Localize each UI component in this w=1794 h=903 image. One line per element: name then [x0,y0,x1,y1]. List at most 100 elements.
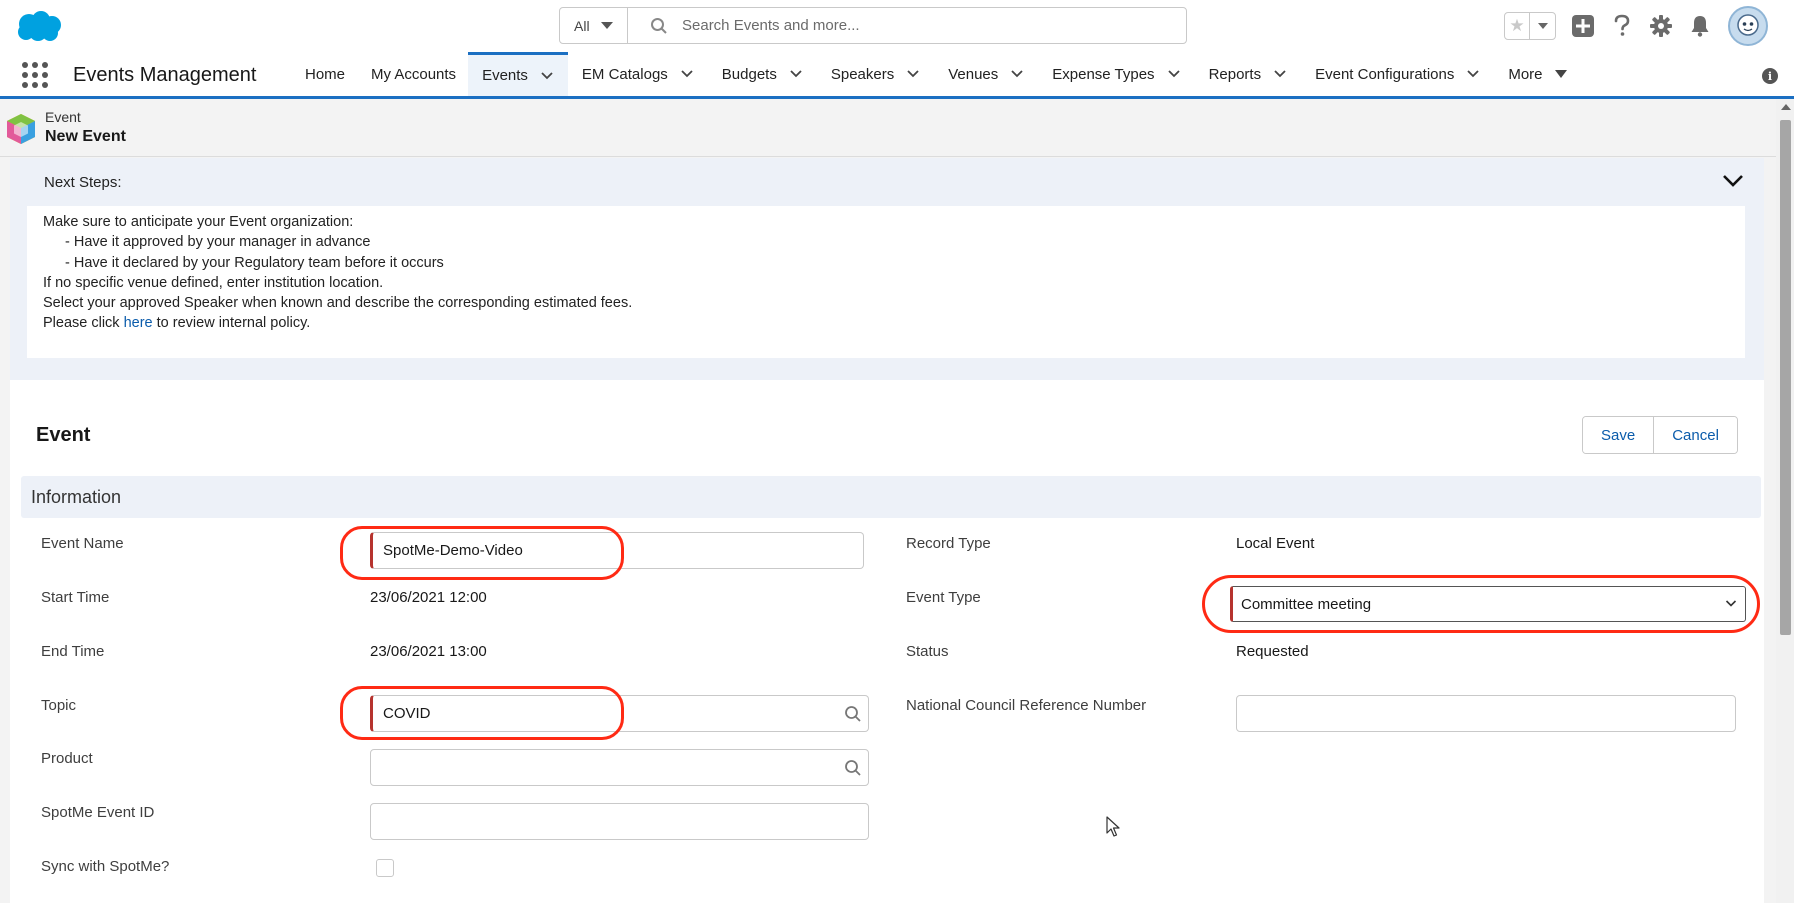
section-title: Information [31,487,122,507]
nav-items: Home My Accounts Events EM Catalogs Budg… [290,52,1581,96]
nav-item-label: Home [305,65,346,83]
nav-item-label: Event Configurations [1315,65,1455,83]
search-scope-select[interactable]: All [560,8,613,43]
global-search: All [559,7,1187,44]
next-steps-body: Make sure to anticipate your Event organ… [27,206,1745,358]
scrollbar-thumb[interactable] [1780,120,1791,635]
help-icon[interactable] [1610,14,1634,38]
search-field [627,8,1186,43]
search-icon [651,17,667,34]
nav-item-label: EM Catalogs [581,65,668,83]
nav-item-label: Venues [948,65,999,83]
sync-spotme-label: Sync with SpotMe? [41,858,170,875]
chevron-down-icon[interactable] [906,69,920,79]
record-header: Event New Event [0,99,1776,157]
favorites-dropdown-button[interactable] [1530,13,1555,39]
favorite-star-icon[interactable]: ★ [1505,13,1531,39]
product-label: Product [41,750,93,767]
header-actions: ★ [1504,6,1768,46]
next-steps-line: - Have it declared by your Regulatory te… [65,254,444,271]
nav-item-label: Speakers [830,65,895,83]
policy-prefix: Please click [43,315,120,332]
form-button-group: Save Cancel [1582,416,1738,454]
chevron-down-icon[interactable] [540,71,554,81]
nav-item-budgets[interactable]: Budgets [708,52,817,96]
caret-down-icon [600,22,613,29]
sync-spotme-checkbox[interactable] [376,859,394,877]
next-steps-line: Select your approved Speaker when known … [43,295,633,312]
record-title: New Event [45,128,126,145]
setup-gear-icon[interactable] [1649,14,1673,38]
status-label: Status [906,643,949,660]
chevron-down-icon [1725,600,1737,607]
notifications-bell-icon[interactable] [1688,14,1712,38]
nav-item-reports[interactable]: Reports [1195,52,1302,96]
event-name-value: SpotMe-Demo-Video [383,542,523,559]
status-value: Requested [1236,643,1309,660]
info-icon[interactable]: i [1762,68,1778,84]
save-button[interactable]: Save [1583,417,1654,453]
cancel-button[interactable]: Cancel [1653,417,1737,453]
chevron-down-icon[interactable] [1167,69,1181,79]
chevron-down-icon[interactable] [1273,69,1287,79]
next-steps-line: - Have it approved by your manager in ad… [65,234,371,251]
user-avatar[interactable] [1728,6,1768,46]
national-council-reference-number-input[interactable] [1236,695,1736,732]
scroll-up-arrow-icon[interactable] [1781,104,1791,110]
caret-down-icon [1537,23,1548,29]
product-lookup-input[interactable] [370,749,869,786]
spotme-event-id-input[interactable] [370,803,869,840]
nav-item-expense-types[interactable]: Expense Types [1038,52,1194,96]
record-type-value: Local Event [1236,535,1315,552]
chevron-down-icon[interactable] [789,69,803,79]
form-title: Event [36,424,91,446]
nav-item-venues[interactable]: Venues [934,52,1038,96]
topic-lookup-input[interactable]: COVID [370,695,869,732]
nav-item-label: Reports [1208,65,1262,83]
nav-item-label: My Accounts [371,65,457,83]
nav-item-em-catalogs[interactable]: EM Catalogs [568,52,708,96]
app-launcher-waffle-icon[interactable] [22,62,48,88]
salesforce-cloud-logo[interactable] [12,8,64,44]
event-object-cube-icon [7,114,35,144]
next-steps-policy-line: Please click here to review internal pol… [43,313,1745,333]
avatar-astro-icon [1737,14,1759,36]
mouse-cursor-icon [1106,816,1120,837]
global-header: All ★ [0,0,1794,52]
event-type-select[interactable]: Committee meeting [1230,586,1746,622]
event-type-label: Event Type [906,589,981,606]
end-time-value: 23/06/2021 13:00 [370,643,487,660]
nav-item-speakers[interactable]: Speakers [817,52,934,96]
nav-item-home[interactable]: Home [290,52,357,96]
search-input[interactable] [682,17,1162,34]
event-type-value: Committee meeting [1241,595,1372,613]
nav-item-label: Budgets [721,65,777,83]
nav-item-events[interactable]: Events [468,52,568,96]
app-name: Events Management [73,64,257,86]
topic-label: Topic [41,697,77,714]
nav-item-more[interactable]: More [1494,52,1580,96]
nav-item-label: More [1508,65,1543,83]
nav-item-event-configurations[interactable]: Event Configurations [1301,52,1494,96]
global-actions-add-icon[interactable] [1571,14,1595,38]
nav-item-label: Expense Types [1052,65,1155,83]
start-time-value: 23/06/2021 12:00 [370,589,487,606]
policy-link[interactable]: here [124,315,153,331]
policy-suffix: to review internal policy. [156,315,311,332]
chevron-down-icon[interactable] [680,69,694,79]
event-form-card: Event Save Cancel Information Event Name… [10,380,1764,903]
record-type-label: Record Type [906,535,991,552]
nav-item-my-accounts[interactable]: My Accounts [357,52,468,96]
search-icon [845,706,861,722]
caret-down-icon [1554,70,1567,78]
chevron-down-icon[interactable] [1466,69,1480,79]
information-section-header[interactable]: Information [21,476,1761,518]
nav-item-label: Events [482,67,528,84]
topic-value: COVID [383,705,431,722]
event-name-input[interactable]: SpotMe-Demo-Video [370,532,864,569]
app-navigation-bar: Events Management Home My Accounts Event… [0,52,1794,99]
search-icon [845,760,861,776]
chevron-down-icon[interactable] [1722,174,1744,188]
chevron-down-icon[interactable] [1010,69,1024,79]
next-steps-panel: Next Steps: Make sure to anticipate your… [10,158,1764,380]
